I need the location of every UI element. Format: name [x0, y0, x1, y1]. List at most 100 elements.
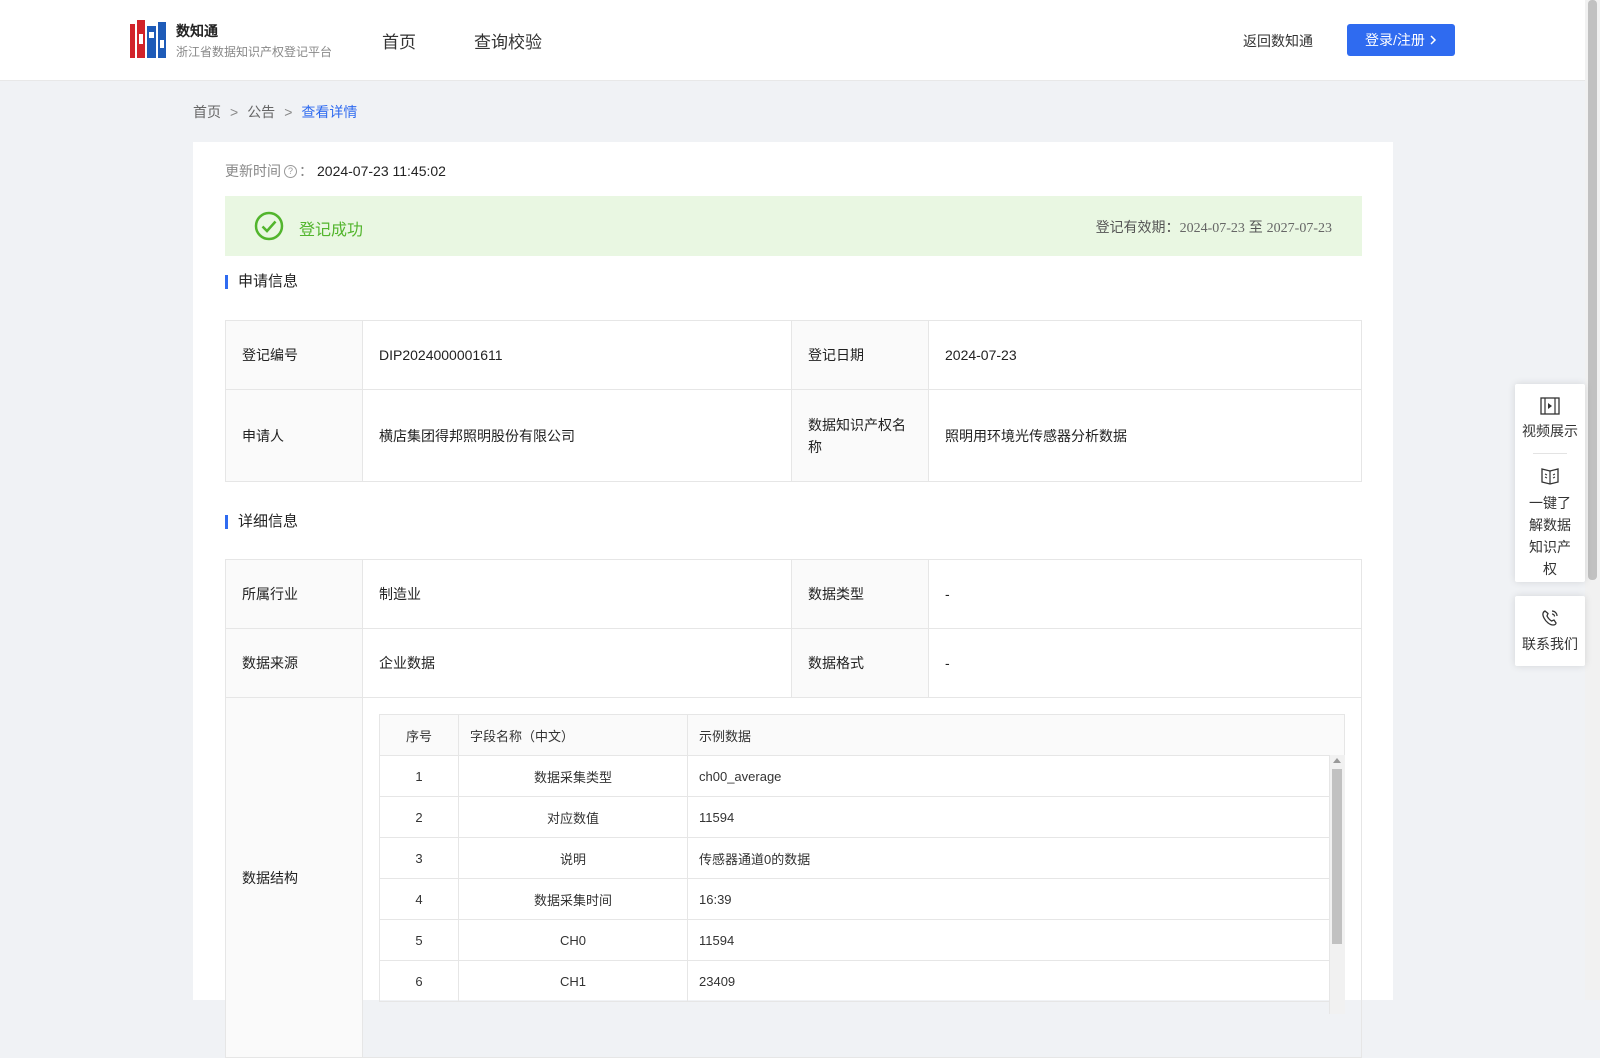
contact-us-button[interactable]: 联系我们: [1515, 596, 1585, 654]
update-time-colon: ：: [299, 163, 313, 179]
update-time-value: 2024-07-23 11:45:02: [317, 163, 446, 179]
table-row: 1 数据采集类型 ch00_average: [379, 755, 1345, 797]
col-header-example: 示例数据: [687, 714, 1345, 756]
table-row: 数据结构 序号 字段名称（中文） 示例数据 1 数据采集类型 ch00_aver…: [225, 697, 1362, 1058]
breadcrumb-current: 查看详情: [301, 104, 358, 120]
format-value: -: [928, 628, 1362, 698]
field-name: CH0: [458, 919, 688, 961]
reg-date-value: 2024-07-23: [928, 320, 1362, 390]
ip-name-label: 数据知识产权名称: [791, 389, 929, 482]
structure-cell: 序号 字段名称（中文） 示例数据 1 数据采集类型 ch00_average 2…: [362, 697, 1362, 1058]
col-header-name: 字段名称（中文）: [458, 714, 688, 756]
industry-value: 制造业: [362, 559, 792, 629]
validity-start: 2024-07-23: [1179, 221, 1245, 236]
table-row: 3 说明 传感器通道0的数据: [379, 837, 1345, 879]
scroll-up-arrow-icon[interactable]: [1333, 758, 1341, 763]
page-scrollbar-thumb[interactable]: [1588, 0, 1597, 580]
data-type-label: 数据类型: [791, 559, 929, 629]
float-menu-panel: 视频展示 一键了解数据知识产权: [1515, 384, 1585, 582]
detail-card: 更新时间 ? ： 2024-07-23 11:45:02 登记成功 登记有效期：…: [193, 142, 1393, 1058]
top-header: 数知通 浙江省数据知识产权登记平台 首页 查询校验 返回数知通 登录/注册: [0, 0, 1585, 81]
update-time-label: 更新时间: [225, 163, 281, 179]
learn-ip-button[interactable]: 一键了解数据知识产权: [1515, 466, 1585, 580]
nav-query-verify[interactable]: 查询校验: [474, 28, 542, 53]
phone-icon: [1542, 610, 1558, 626]
reg-no-label: 登记编号: [225, 320, 363, 390]
table-row: 申请人 横店集团得邦照明股份有限公司 数据知识产权名称 照明用环境光传感器分析数…: [225, 389, 1362, 482]
nav-home[interactable]: 首页: [382, 28, 416, 53]
book-icon: [1541, 468, 1559, 485]
field-example: 16:39: [687, 878, 1345, 920]
detail-info-table: 所属行业 制造业 数据类型 - 数据来源 企业数据 数据格式 - 数据结构 序号…: [225, 559, 1362, 1058]
field-example: 23409: [687, 960, 1345, 1002]
fields-header-row: 序号 字段名称（中文） 示例数据: [379, 714, 1345, 756]
field-name: 对应数值: [458, 796, 688, 838]
field-name: CH1: [458, 960, 688, 1002]
login-register-button[interactable]: 登录/注册: [1347, 24, 1455, 56]
back-to-shuzhitong-link[interactable]: 返回数知通: [1243, 31, 1313, 51]
applicant-label: 申请人: [225, 389, 363, 482]
table-row: 4 数据采集时间 16:39: [379, 878, 1345, 920]
field-no: 5: [379, 919, 459, 961]
table-row: 所属行业 制造业 数据类型 -: [225, 559, 1362, 629]
platform-logo[interactable]: [130, 20, 166, 58]
learn-ip-label: 一键了解数据知识产权: [1529, 495, 1571, 577]
ip-name-value: 照明用环境光传感器分析数据: [928, 389, 1362, 482]
field-no: 4: [379, 878, 459, 920]
validity-label: 登记有效期：: [1095, 219, 1180, 235]
industry-label: 所属行业: [225, 559, 363, 629]
breadcrumb-separator: >: [230, 104, 239, 120]
breadcrumb-separator: >: [284, 104, 293, 120]
video-showcase-label: 视频展示: [1522, 423, 1578, 439]
table-row: 登记编号 DIP2024000001611 登记日期 2024-07-23: [225, 320, 1362, 390]
field-name: 数据采集类型: [458, 755, 688, 797]
brand-subtitle: 浙江省数据知识产权登记平台: [176, 45, 333, 59]
fields-table: 序号 字段名称（中文） 示例数据 1 数据采集类型 ch00_average 2…: [379, 714, 1345, 1002]
reg-date-label: 登记日期: [791, 320, 929, 390]
source-label: 数据来源: [225, 628, 363, 698]
table-row: 5 CH0 11594: [379, 919, 1345, 961]
applicant-value: 横店集团得邦照明股份有限公司: [362, 389, 792, 482]
video-showcase-button[interactable]: 视频展示: [1515, 384, 1585, 441]
fields-table-wrapper[interactable]: 序号 字段名称（中文） 示例数据 1 数据采集类型 ch00_average 2…: [379, 714, 1345, 1014]
status-banner: 登记成功 登记有效期：2024-07-23 至 2027-07-23: [225, 196, 1362, 256]
contact-us-label: 联系我们: [1522, 636, 1578, 652]
page-scrollbar[interactable]: [1585, 0, 1600, 1000]
breadcrumb: 首页 > 公告 > 查看详情: [193, 102, 357, 122]
field-no: 2: [379, 796, 459, 838]
field-name: 数据采集时间: [458, 878, 688, 920]
video-icon: [1540, 397, 1560, 415]
fields-table-scrollbar-thumb[interactable]: [1332, 769, 1342, 944]
chevron-right-icon: [1430, 35, 1436, 45]
breadcrumb-notice[interactable]: 公告: [247, 104, 275, 120]
field-example: 11594: [687, 919, 1345, 961]
application-info-table: 登记编号 DIP2024000001611 登记日期 2024-07-23 申请…: [225, 320, 1362, 482]
field-name: 说明: [458, 837, 688, 879]
data-type-value: -: [928, 559, 1362, 629]
validity-to: 至: [1248, 219, 1263, 235]
status-text: 登记成功: [299, 222, 364, 239]
brand-title: 数知通: [176, 23, 218, 39]
breadcrumb-home[interactable]: 首页: [193, 104, 221, 120]
section-title-application: 申请信息: [225, 274, 298, 289]
col-header-no: 序号: [379, 714, 459, 756]
structure-label: 数据结构: [225, 697, 363, 1058]
table-row: 6 CH1 23409: [379, 960, 1345, 1002]
reg-no-value: DIP2024000001611: [362, 320, 792, 390]
field-no: 6: [379, 960, 459, 1002]
format-label: 数据格式: [791, 628, 929, 698]
validity-end: 2027-07-23: [1266, 221, 1332, 236]
validity-period: 登记有效期：2024-07-23 至 2027-07-23: [1096, 217, 1332, 237]
help-icon[interactable]: ?: [284, 164, 297, 178]
field-example: 传感器通道0的数据: [687, 837, 1345, 879]
float-divider: [1533, 453, 1567, 454]
source-value: 企业数据: [362, 628, 792, 698]
field-example: ch00_average: [687, 755, 1345, 797]
field-no: 1: [379, 755, 459, 797]
fields-table-scrollbar[interactable]: [1329, 755, 1345, 1014]
section-title-detail: 详细信息: [225, 514, 298, 529]
table-row: 数据来源 企业数据 数据格式 -: [225, 628, 1362, 698]
table-row: 2 对应数值 11594: [379, 796, 1345, 838]
login-register-label: 登录/注册: [1365, 32, 1425, 48]
update-time-row: 更新时间 ? ： 2024-07-23 11:45:02: [225, 161, 446, 181]
